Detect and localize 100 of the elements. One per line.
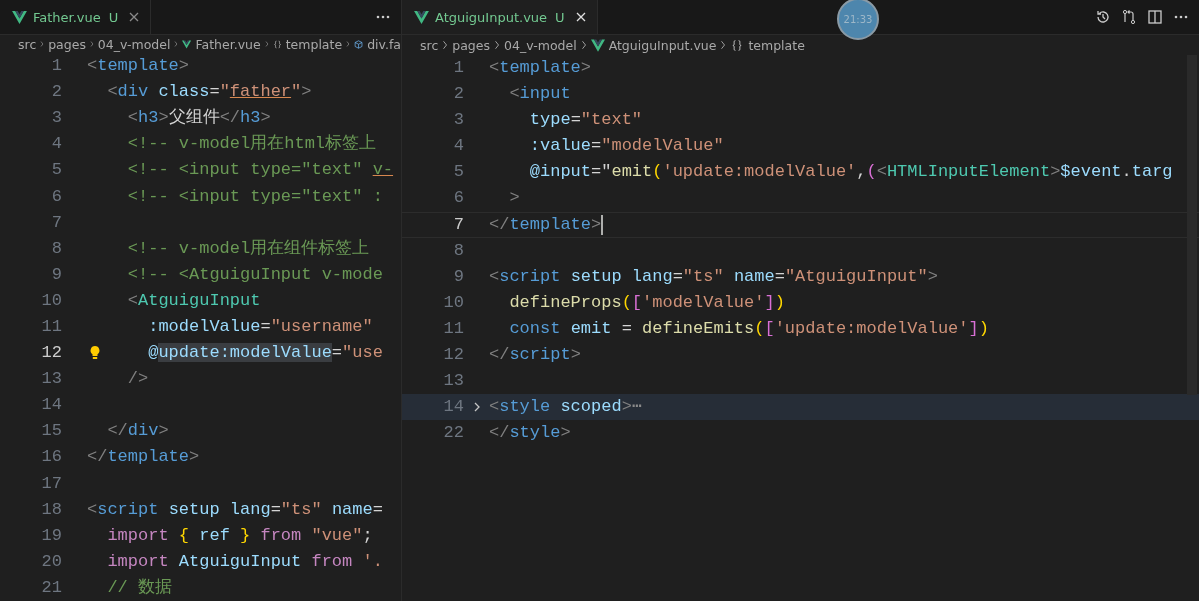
breadcrumb-item[interactable]: pages: [48, 36, 86, 52]
close-icon[interactable]: [574, 11, 587, 23]
chevron-icon: [346, 39, 351, 49]
text-cursor: [601, 214, 604, 235]
cube-icon: [354, 37, 364, 51]
code-line: @input="emit('update:modelValue',(<HTMLInputElement>$event.targ: [528, 161, 1173, 184]
line-number: 1: [50, 55, 62, 78]
code-line: >: [508, 187, 520, 210]
chevron-icon: [494, 40, 500, 50]
breadcrumb-item[interactable]: Father.vue: [195, 36, 261, 52]
vue-icon: [414, 10, 429, 24]
compare-changes-icon[interactable]: [1121, 9, 1137, 25]
line-number: 8: [50, 237, 62, 260]
code-line: <script setup lang="ts" name="AtguiguInput">: [489, 265, 938, 288]
code-line: <!-- <AtguiguInput v-mode: [126, 263, 383, 286]
breadcrumb-item[interactable]: AtguiguInput.vue: [608, 37, 717, 53]
code-line: <!-- v-model用在组件标签上: [126, 237, 370, 260]
chevron-icon: [89, 39, 94, 49]
chevron-icon: [580, 40, 587, 50]
line-number: 4: [452, 135, 464, 158]
line-number: 13: [442, 370, 464, 393]
code-line: </div>: [106, 420, 169, 443]
line-number: 7: [50, 211, 62, 234]
vue-icon: [12, 10, 27, 24]
line-number: 18: [40, 498, 62, 521]
code-line: <!-- v-model用在html标签上: [126, 133, 377, 156]
breadcrumb-item[interactable]: div.fa: [367, 36, 401, 52]
close-icon[interactable]: [128, 11, 141, 23]
code-line: <h3>父组件</h3>: [126, 107, 271, 130]
code-line: <!-- <input type="text" :: [126, 185, 383, 208]
line-number: 1: [452, 57, 464, 79]
line-number: 3: [50, 107, 62, 130]
line-number: 22: [442, 422, 464, 445]
line-number: 12: [40, 342, 62, 365]
line-number: 11: [40, 315, 62, 338]
chevron-icon: [40, 39, 45, 49]
editor-tab[interactable]: AtguiguInput.vue U: [402, 0, 598, 34]
line-number: 14: [442, 396, 464, 419]
line-number: 21: [40, 576, 62, 599]
code-line: @update:modelValue="use: [147, 342, 383, 365]
line-number: 20: [40, 550, 62, 573]
breadcrumb-item[interactable]: template: [748, 37, 805, 53]
line-number: 12: [442, 344, 464, 367]
line-number: 9: [50, 263, 62, 286]
code-line: </template>: [489, 213, 602, 236]
code-line: />: [126, 368, 149, 391]
code-line: <template>: [87, 55, 190, 78]
line-number: 9: [452, 265, 464, 288]
code-line: <style scoped>⋯: [489, 396, 643, 419]
code-line: const emit = defineEmits(['update:modelValue']): [508, 317, 989, 340]
line-number: 14: [40, 394, 62, 417]
line-number: 6: [452, 187, 464, 210]
line-number: 3: [452, 109, 464, 132]
line-number: 17: [40, 472, 62, 495]
line-number: 4: [50, 133, 62, 156]
code-line: <!-- <input type="text" v-: [126, 159, 394, 182]
line-number: 2: [452, 83, 464, 106]
line-number: 13: [40, 368, 62, 391]
code-line: defineProps(['modelValue']): [508, 291, 785, 314]
line-number: 10: [40, 289, 62, 312]
line-number: 6: [50, 185, 62, 208]
line-number: 19: [40, 524, 62, 547]
line-number: 7: [452, 213, 464, 236]
line-number: 11: [442, 317, 464, 340]
scrollbar[interactable]: [1187, 55, 1197, 395]
code-line: <template>: [489, 57, 592, 79]
history-icon[interactable]: [1095, 9, 1111, 25]
line-number: 8: [452, 239, 464, 262]
code-line: <script setup lang="ts" name=: [87, 498, 383, 521]
code-line: :value="modelValue": [528, 135, 724, 158]
breadcrumb-item[interactable]: pages: [452, 37, 490, 53]
line-number: 10: [442, 291, 464, 314]
split-editor-icon[interactable]: [1147, 9, 1163, 25]
chevron-icon: [720, 40, 727, 50]
code-line: <input: [508, 83, 571, 106]
breadcrumb-item[interactable]: template: [285, 36, 343, 52]
line-number: 15: [40, 420, 62, 443]
chevron-icon: [264, 39, 269, 49]
breadcrumb-item[interactable]: src: [420, 37, 439, 53]
line-number: 16: [40, 446, 62, 469]
expand-chevron-icon[interactable]: [472, 401, 481, 414]
lightbulb-icon[interactable]: [89, 345, 101, 362]
line-number: 5: [50, 159, 62, 182]
breadcrumb-item[interactable]: 04_v-model: [97, 36, 171, 52]
code-line: :modelValue="username": [147, 315, 373, 338]
code-line: import { ref } from "vue";: [106, 524, 373, 547]
code-line: </template>: [87, 446, 200, 469]
code-line: import AtguiguInput from '.: [106, 550, 383, 573]
code-line: type="text": [528, 109, 643, 132]
code-line: </style>: [489, 422, 571, 445]
line-number: 5: [452, 161, 464, 184]
chevron-icon: [174, 39, 179, 49]
breadcrumb-item[interactable]: src: [18, 36, 37, 52]
breadcrumb-item[interactable]: 04_v-model: [504, 37, 577, 53]
line-number: 2: [50, 81, 62, 104]
code-line: // 数据: [106, 576, 172, 599]
code-line: <AtguiguInput: [126, 289, 261, 312]
chevron-icon: [442, 40, 449, 50]
code-line: </script>: [489, 344, 581, 367]
code-line: <div class="father">: [106, 81, 312, 104]
